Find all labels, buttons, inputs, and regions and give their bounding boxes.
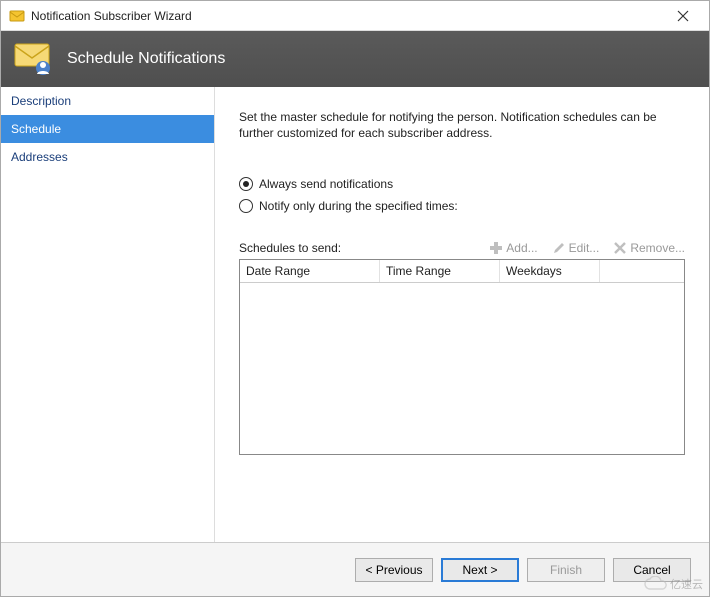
x-icon <box>613 241 627 255</box>
envelope-user-icon <box>13 38 55 80</box>
radio-unselected-icon <box>239 199 253 213</box>
close-button[interactable] <box>663 2 703 30</box>
sidebar-item-addresses[interactable]: Addresses <box>1 143 214 171</box>
app-icon <box>9 8 25 24</box>
window-title: Notification Subscriber Wizard <box>31 9 663 23</box>
wizard-footer: < Previous Next > Finish Cancel <box>1 542 709 596</box>
pencil-icon <box>552 241 566 255</box>
edit-button[interactable]: Edit... <box>552 241 600 255</box>
col-date-range[interactable]: Date Range <box>240 260 380 282</box>
page-title: Schedule Notifications <box>67 50 225 68</box>
titlebar: Notification Subscriber Wizard <box>1 1 709 31</box>
radio-specified-label: Notify only during the specified times: <box>259 199 458 213</box>
radio-specified-times[interactable]: Notify only during the specified times: <box>239 199 685 213</box>
next-button[interactable]: Next > <box>441 558 519 582</box>
intro-text: Set the master schedule for notifying th… <box>239 109 679 141</box>
plus-icon <box>489 241 503 255</box>
wizard-header: Schedule Notifications <box>1 31 709 87</box>
schedules-grid[interactable]: Date Range Time Range Weekdays <box>239 259 685 455</box>
radio-always-label: Always send notifications <box>259 177 393 191</box>
grid-header: Date Range Time Range Weekdays <box>240 260 684 283</box>
sidebar-item-schedule[interactable]: Schedule <box>1 115 214 143</box>
sidebar-item-description[interactable]: Description <box>1 87 214 115</box>
col-spacer <box>600 260 684 282</box>
watermark: 亿速云 <box>642 576 703 592</box>
content-panel: Set the master schedule for notifying th… <box>215 87 709 542</box>
remove-button[interactable]: Remove... <box>613 241 685 255</box>
cloud-icon <box>642 576 670 592</box>
finish-button[interactable]: Finish <box>527 558 605 582</box>
radio-always-send[interactable]: Always send notifications <box>239 177 685 191</box>
add-button[interactable]: Add... <box>489 241 537 255</box>
schedules-label: Schedules to send: <box>239 241 475 255</box>
wizard-steps-sidebar: Description Schedule Addresses <box>1 87 215 542</box>
col-weekdays[interactable]: Weekdays <box>500 260 600 282</box>
previous-button[interactable]: < Previous <box>355 558 433 582</box>
col-time-range[interactable]: Time Range <box>380 260 500 282</box>
radio-selected-icon <box>239 177 253 191</box>
